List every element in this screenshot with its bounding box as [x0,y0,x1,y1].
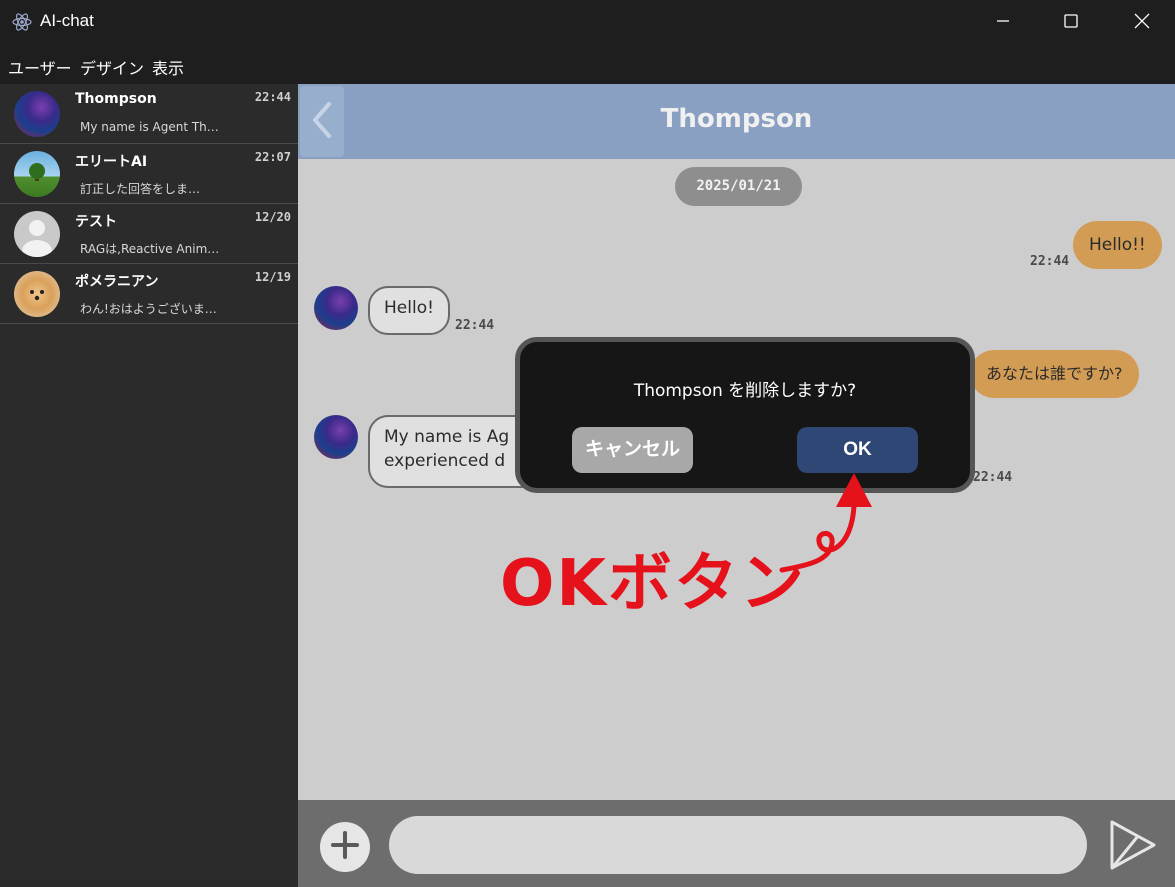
message-time: 22:44 [1030,254,1070,269]
outgoing-message: あなたは誰ですか? [970,350,1139,398]
menu-design[interactable]: デザイン [80,55,144,79]
atom-icon [12,12,32,32]
send-button[interactable] [1108,818,1158,872]
chat-header: Thompson [298,84,1175,159]
menu-view[interactable]: 表示 [152,55,184,79]
delete-confirm-dialog: Thompson を削除しますか? キャンセル OK [515,337,975,493]
menu-user[interactable]: ユーザー [8,55,72,79]
chat-time: 12/20 [254,210,291,224]
chat-preview: 訂正した回答をしま… [80,182,201,196]
galaxy-avatar [314,415,358,459]
title-bar: AI-chat [0,0,1175,46]
message-input[interactable] [389,816,1087,874]
plus-icon [329,829,361,865]
chat-time: 22:07 [254,150,291,164]
minimize-button[interactable] [980,0,1026,46]
message-time: 22:44 [973,470,1013,485]
chat-preview: わん!おはようございま… [80,302,217,316]
close-icon [1134,13,1150,33]
chat-name: ポメラニアン [75,274,159,290]
tree-landscape-avatar [14,151,60,197]
chat-preview: RAGは,Reactive Anim… [80,242,220,256]
galaxy-avatar [314,286,358,330]
window-title: AI-chat [40,11,94,30]
annotation-arrow-icon [770,465,890,589]
chat-list-sidebar: Thompson 22:44 My name is Agent Th… エリート… [0,84,298,887]
default-user-avatar [14,211,60,257]
pomeranian-avatar [14,271,60,317]
chat-name: Thompson [75,91,157,107]
chat-list-item[interactable]: エリートAI 22:07 訂正した回答をしま… [0,144,298,204]
message-time: 22:44 [455,318,495,333]
message-input-bar [298,800,1175,887]
chat-name: テスト [75,214,117,230]
send-icon [1108,820,1158,876]
outgoing-message: Hello!! [1073,221,1162,269]
menu-bar: ユーザー デザイン 表示 [0,46,1175,84]
annotation-label: OKボタン [500,547,806,621]
chat-time: 22:44 [254,90,291,104]
add-button[interactable] [320,822,370,872]
chat-name: エリートAI [75,154,148,170]
close-button[interactable] [1119,0,1165,46]
date-separator: 2025/01/21 [675,167,802,206]
chat-title: Thompson [660,104,813,134]
chat-preview: My name is Agent Th… [80,120,219,134]
chat-list-item[interactable]: テスト 12/20 RAGは,Reactive Anim… [0,204,298,264]
dialog-message: Thompson を削除しますか? [633,381,857,401]
maximize-icon [1063,13,1079,33]
chat-list-item[interactable]: Thompson 22:44 My name is Agent Th… [0,84,298,144]
minimize-icon [995,13,1011,33]
maximize-button[interactable] [1048,0,1094,46]
cancel-button[interactable]: キャンセル [572,427,693,473]
incoming-message: Hello! [368,286,450,335]
galaxy-avatar [14,91,60,137]
chat-list-item[interactable]: ポメラニアン 12/19 わん!おはようございま… [0,264,298,324]
chat-time: 12/19 [254,270,291,284]
